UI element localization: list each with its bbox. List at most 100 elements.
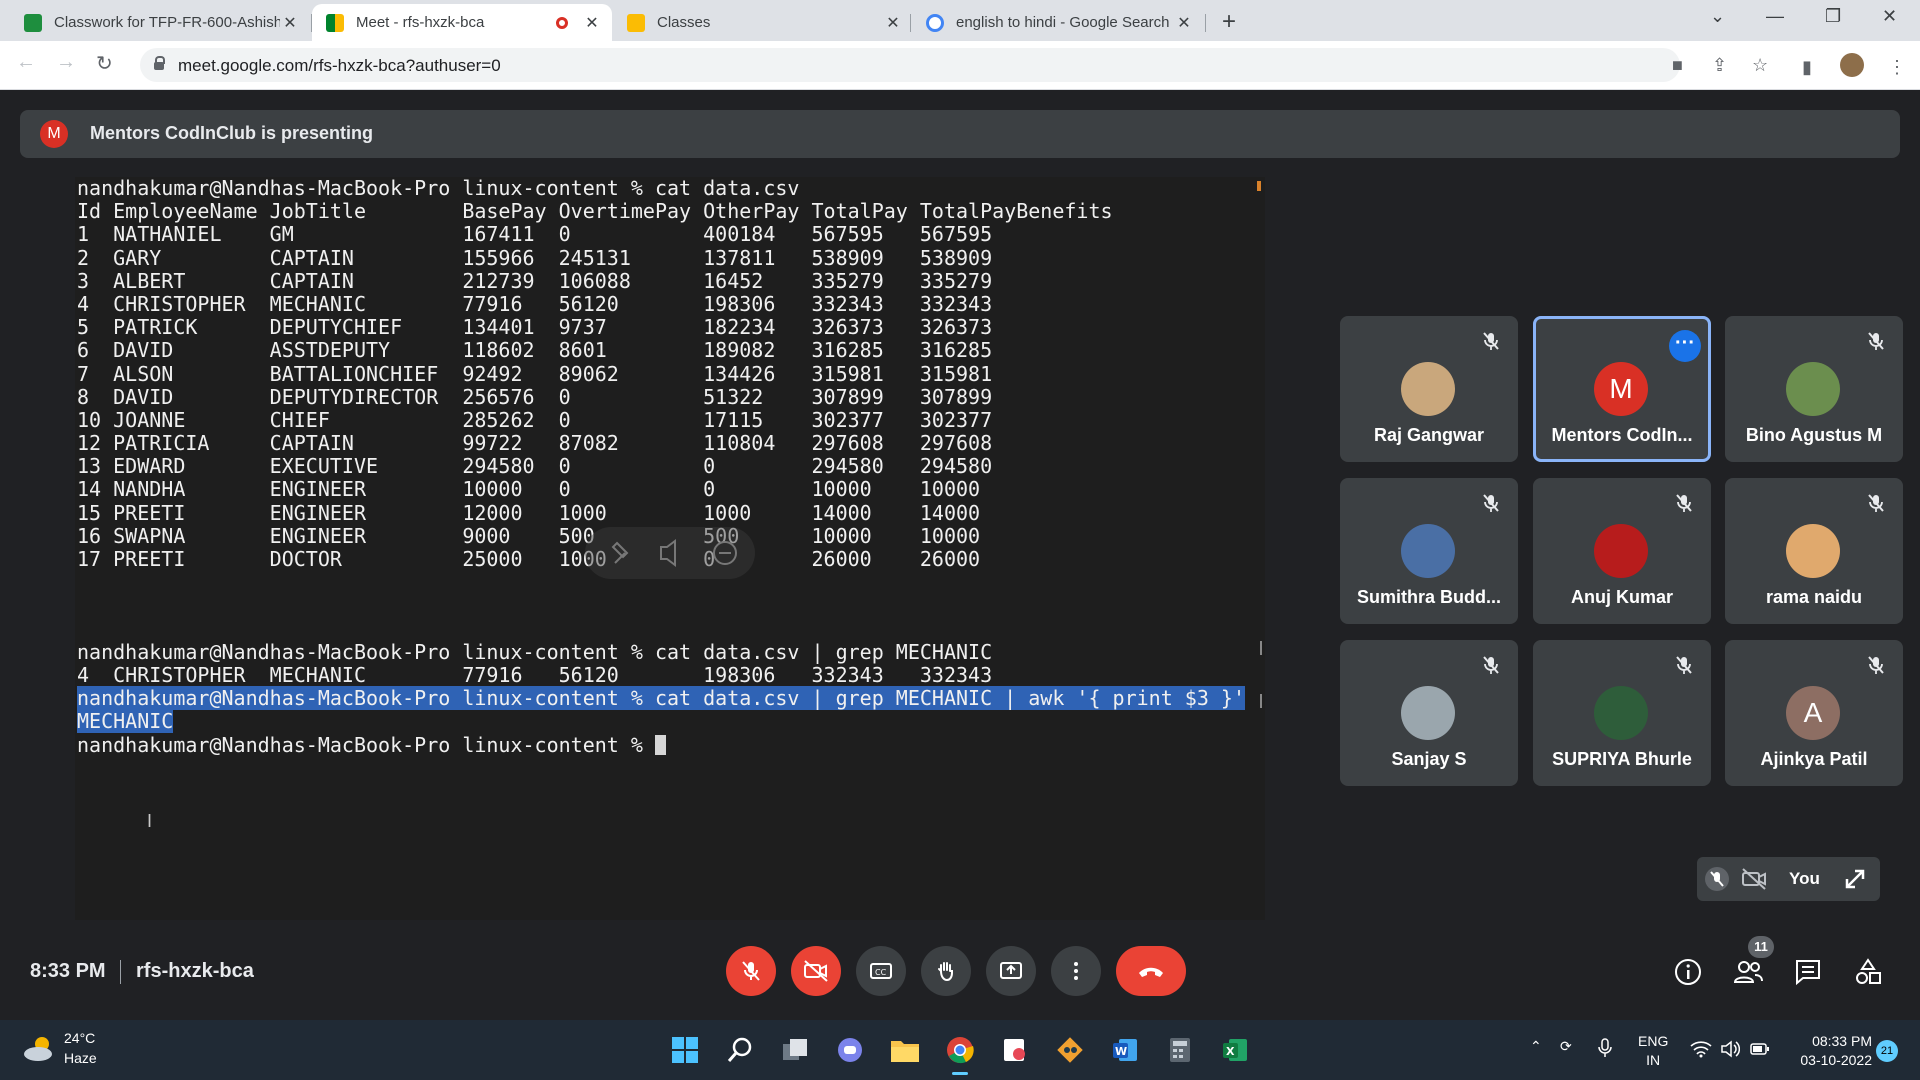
camera-off-icon (804, 960, 828, 982)
tab-search-icon[interactable]: ⌄ (1710, 6, 1725, 27)
participant-tile[interactable]: Raj Gangwar (1340, 316, 1518, 462)
back-icon[interactable]: ← (16, 51, 36, 74)
people-count-badge: 11 (1748, 936, 1774, 958)
self-view[interactable]: You (1697, 857, 1880, 901)
camera-off-icon[interactable] (1741, 867, 1767, 891)
excel-button[interactable]: X (1219, 1034, 1251, 1066)
task-view-button[interactable] (779, 1034, 811, 1066)
browser-toolbar: ← → ↻ meet.google.com/rfs-hxzk-bca?authu… (0, 41, 1920, 90)
bookmark-star-icon[interactable]: ☆ (1752, 55, 1768, 76)
minimize-icon[interactable]: — (1766, 6, 1784, 27)
people-button[interactable] (1732, 956, 1764, 988)
tab-meet[interactable]: Meet - rfs-hxzk-bca ✕ (312, 4, 612, 41)
window-close-icon[interactable]: ✕ (1882, 6, 1897, 27)
more-options-icon[interactable]: ··· (1669, 330, 1701, 362)
participant-tile[interactable]: rama naidu (1725, 478, 1903, 624)
start-button[interactable] (669, 1034, 701, 1066)
new-tab-button[interactable]: + (1222, 8, 1236, 36)
volume-icon[interactable] (1720, 1040, 1740, 1058)
calculator-button[interactable] (1164, 1034, 1196, 1066)
address-bar[interactable]: meet.google.com/rfs-hxzk-bca?authuser=0 … (140, 48, 1768, 82)
terminal-line: 5 PATRICK DEPUTYCHIEF 134401 9737 182234… (77, 316, 1245, 339)
side-panel-icon[interactable]: ▮ (1802, 57, 1812, 78)
terminal-line: 4 CHRISTOPHER MECHANIC 77916 56120 19830… (77, 292, 1245, 316)
restore-icon[interactable]: ❐ (1825, 6, 1841, 27)
wifi-icon[interactable] (1690, 1040, 1712, 1058)
terminal-line: 1 NATHANIEL GM 167411 0 400184 567595 56… (77, 223, 1245, 246)
show-hidden-icons-icon[interactable]: ⌃ (1530, 1038, 1542, 1055)
terminal-line-text: 14 NANDHA ENGINEER 10000 0 0 10000 10000 (77, 477, 981, 502)
tab-title: english to hindi - Google Search (956, 14, 1170, 31)
captions-button[interactable]: CC (856, 946, 906, 996)
search-icon (727, 1037, 752, 1062)
chat-button[interactable] (1792, 956, 1824, 988)
close-icon[interactable]: ✕ (883, 13, 903, 33)
camera-icon[interactable]: ■ (1672, 55, 1683, 76)
terminal-line: 3 ALBERT CAPTAIN 212739 106088 16452 335… (77, 269, 1245, 293)
microphone-button[interactable] (726, 946, 776, 996)
language-indicator[interactable]: ENG IN (1638, 1032, 1668, 1070)
mic-off-icon[interactable] (1705, 867, 1729, 891)
tab-classes[interactable]: Classes ✕ (613, 4, 913, 41)
classroom-icon (24, 13, 42, 32)
close-icon[interactable]: ✕ (1174, 13, 1194, 33)
participant-name: Sanjay S (1391, 749, 1467, 769)
terminal-line-text: 15 PREETI ENGINEER 12000 1000 1000 14000… (77, 500, 981, 525)
participant-tile[interactable]: Anuj Kumar (1533, 478, 1711, 624)
participant-tile[interactable]: Sanjay S (1340, 640, 1518, 786)
meeting-details-button[interactable] (1672, 956, 1704, 988)
clock-time: 08:33 PM (1812, 1033, 1872, 1049)
word-button[interactable]: W (1109, 1034, 1141, 1066)
profile-avatar[interactable] (1840, 53, 1864, 77)
recording-icon (556, 16, 568, 29)
activities-button[interactable] (1852, 956, 1884, 988)
tab-google-search[interactable]: english to hindi - Google Search ✕ (912, 4, 1204, 41)
presenting-banner: M Mentors CodInClub is presenting (20, 110, 1900, 158)
battery-icon[interactable] (1750, 1042, 1770, 1056)
tab-title: Classes (657, 14, 711, 31)
microphone-icon[interactable] (1598, 1038, 1612, 1058)
camera-button[interactable] (791, 946, 841, 996)
expand-icon[interactable] (1843, 867, 1867, 891)
participant-tile[interactable]: SUPRIYA Bhurle (1533, 640, 1711, 786)
leave-call-button[interactable] (1116, 946, 1186, 996)
snipping-tool-button[interactable] (999, 1034, 1031, 1066)
participant-tile[interactable]: Sumithra Budd... (1340, 478, 1518, 624)
chat-app-icon (838, 1038, 862, 1062)
mic-off-icon (1483, 494, 1499, 512)
terminal-line-text: 17 PREETI DOCTOR 25000 1000 0 26000 2600… (77, 547, 981, 571)
presenting-text: Mentors CodInClub is presenting (90, 123, 374, 143)
chrome-button[interactable] (944, 1034, 976, 1075)
scroll-marker (1260, 694, 1262, 708)
reload-icon[interactable]: ↻ (96, 51, 113, 76)
menu-dots-icon[interactable]: ⋮ (1888, 57, 1906, 78)
weather-haze-icon[interactable] (22, 1032, 58, 1066)
present-screen-button[interactable] (986, 946, 1036, 996)
clock-date: 03-10-2022 (1800, 1052, 1872, 1068)
terminal-line-text: 1 NATHANIEL GM 167411 0 400184 567595 56… (77, 222, 993, 247)
terminal-line: 6 DAVID ASSTDEPUTY 118602 8601 189082 31… (77, 339, 1245, 362)
avatar (1401, 524, 1455, 578)
sync-icon[interactable]: ⟳ (1560, 1038, 1572, 1055)
tab-classwork[interactable]: Classwork for TFP-FR-600-Ashish ✕ (10, 4, 310, 41)
avatar (1786, 362, 1840, 416)
mic-off-icon (1868, 494, 1884, 512)
terminal-line-text: 2 GARY CAPTAIN 155966 245131 137811 5389… (77, 245, 993, 270)
git-button[interactable] (1054, 1034, 1086, 1066)
task-view-icon (783, 1039, 807, 1060)
close-icon[interactable]: ✕ (280, 13, 300, 33)
participant-tile[interactable]: A Ajinkya Patil (1725, 640, 1903, 786)
notification-badge[interactable]: 21 (1876, 1040, 1898, 1062)
file-explorer-button[interactable] (889, 1034, 921, 1066)
search-button[interactable] (724, 1034, 756, 1066)
clock[interactable]: 08:33 PM 03-10-2022 (1790, 1032, 1872, 1070)
participant-tile[interactable]: M Mentors CodIn... ··· (1533, 316, 1711, 462)
participant-tile[interactable]: Bino Agustus M (1725, 316, 1903, 462)
more-options-button[interactable] (1051, 946, 1101, 996)
close-icon[interactable]: ✕ (582, 13, 602, 33)
teams-chat-button[interactable] (834, 1034, 866, 1066)
share-icon[interactable]: ⇪ (1712, 55, 1727, 76)
raise-hand-button[interactable] (921, 946, 971, 996)
forward-icon[interactable]: → (56, 51, 76, 74)
